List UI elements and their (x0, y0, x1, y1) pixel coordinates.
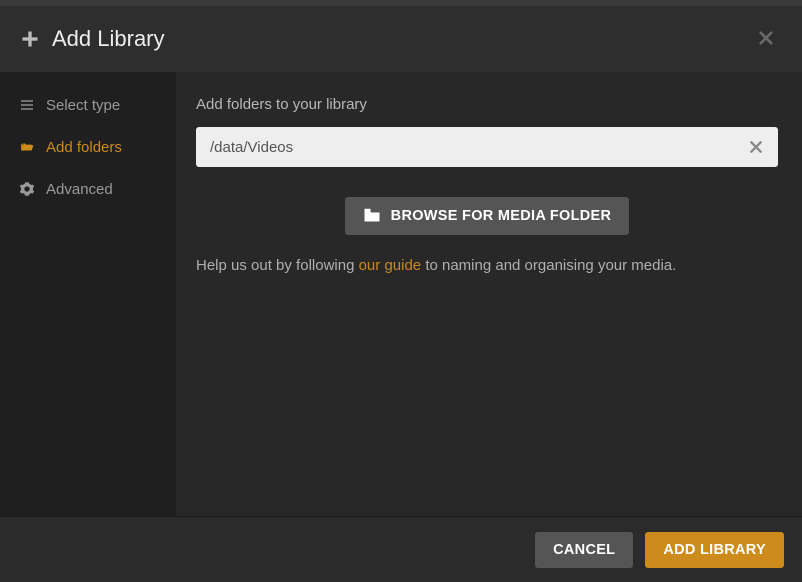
folder-icon (363, 208, 381, 224)
folder-path-row: /data/Videos (196, 127, 778, 167)
modal-header: Add Library (0, 6, 802, 72)
folder-open-icon (18, 138, 36, 156)
browse-button-label: BROWSE FOR MEDIA FOLDER (391, 208, 612, 224)
clear-path-button[interactable] (744, 135, 768, 159)
sidebar-item-label: Advanced (46, 181, 113, 198)
help-text-pre: Help us out by following (196, 257, 359, 274)
cancel-button[interactable]: CANCEL (535, 532, 633, 568)
plus-icon (20, 29, 40, 49)
add-library-modal: Add Library Select type Add folders (0, 0, 802, 582)
section-label: Add folders to your library (196, 96, 778, 113)
gear-icon (18, 180, 36, 198)
help-text: Help us out by following our guide to na… (196, 257, 778, 274)
sidebar-item-label: Add folders (46, 139, 122, 156)
folder-path-value: /data/Videos (210, 139, 744, 156)
sidebar: Select type Add folders Advanced (0, 72, 176, 516)
modal-footer: CANCEL ADD LIBRARY (0, 516, 802, 582)
modal-title: Add Library (52, 26, 165, 52)
sidebar-item-advanced[interactable]: Advanced (0, 168, 176, 210)
modal-body: Select type Add folders Advanced Add fol… (0, 72, 802, 516)
sidebar-item-label: Select type (46, 97, 120, 114)
sidebar-item-add-folders[interactable]: Add folders (0, 126, 176, 168)
browse-media-folder-button[interactable]: BROWSE FOR MEDIA FOLDER (345, 197, 630, 235)
help-guide-link[interactable]: our guide (359, 257, 422, 274)
help-text-post: to naming and organising your media. (421, 257, 676, 274)
list-icon (18, 96, 36, 114)
add-library-button[interactable]: ADD LIBRARY (645, 532, 784, 568)
main-panel: Add folders to your library /data/Videos… (176, 72, 802, 516)
sidebar-item-select-type[interactable]: Select type (0, 84, 176, 126)
browse-wrap: BROWSE FOR MEDIA FOLDER (196, 197, 778, 235)
close-button[interactable] (752, 24, 780, 52)
